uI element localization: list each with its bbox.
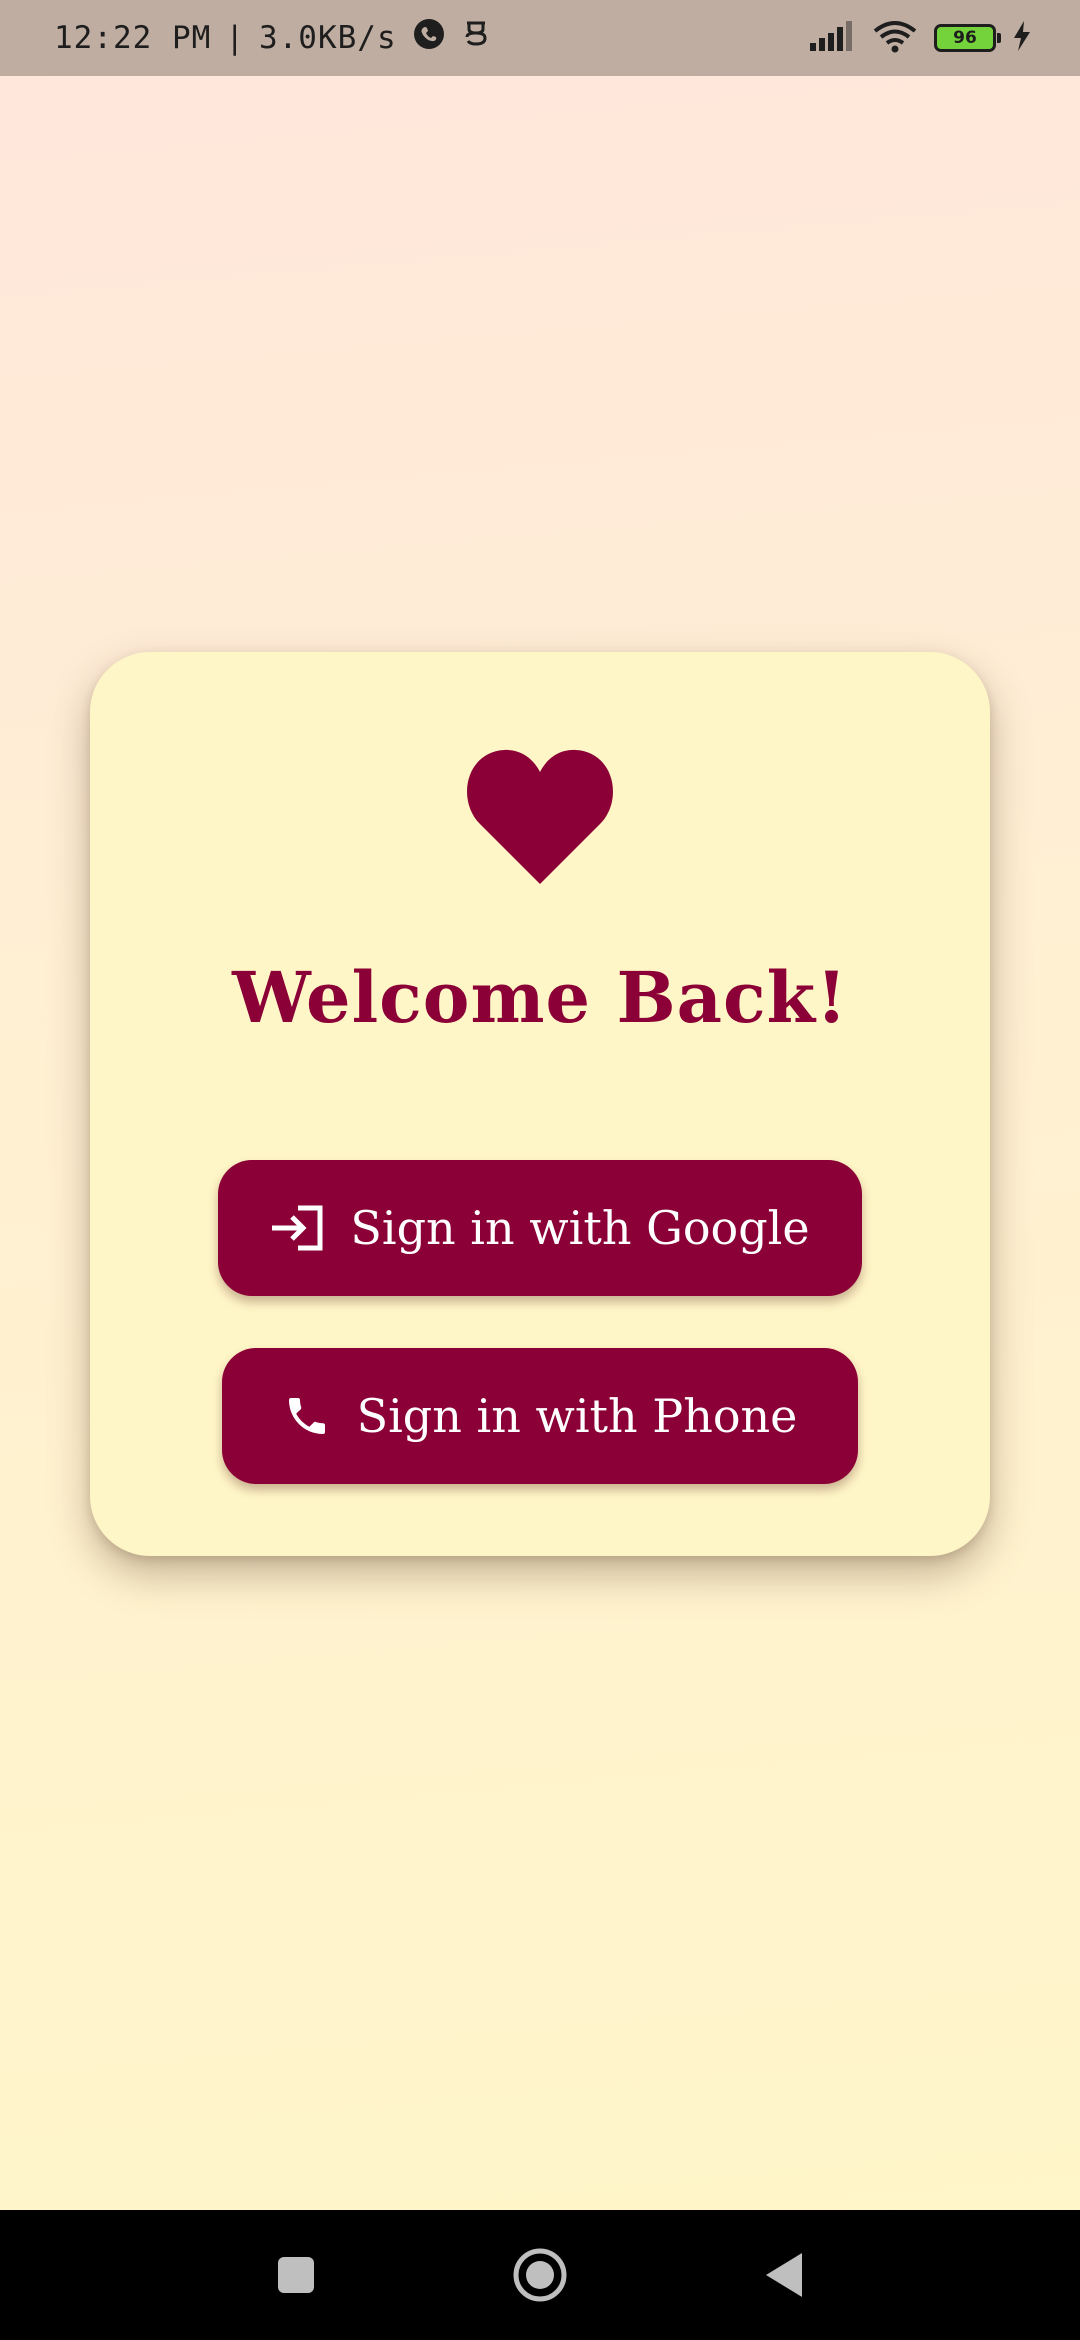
wifi-icon xyxy=(872,19,918,57)
phone-icon xyxy=(283,1392,331,1440)
heart-icon xyxy=(467,749,613,884)
login-screen: 12:22 PM | 3.0KB/s 96 Welcome Back! Sign… xyxy=(0,0,1080,2340)
charging-icon xyxy=(1012,21,1032,55)
signal-icon xyxy=(808,21,856,55)
battery-level: 96 xyxy=(953,28,977,48)
status-separator: | xyxy=(225,20,245,56)
back-button[interactable] xyxy=(724,2210,844,2340)
notification-app-icon xyxy=(461,17,491,59)
home-icon xyxy=(513,2248,567,2302)
status-time: 12:22 PM xyxy=(54,20,212,56)
login-card: Welcome Back! Sign in with Google Sign i… xyxy=(90,652,990,1556)
status-right: 96 xyxy=(808,19,1032,57)
battery-icon: 96 xyxy=(934,24,1001,52)
sign-in-phone-label: Sign in with Phone xyxy=(356,1389,798,1443)
sign-in-google-button[interactable]: Sign in with Google xyxy=(218,1160,862,1296)
welcome-title: Welcome Back! xyxy=(232,956,848,1039)
net-speed: 3.0KB/s xyxy=(258,20,397,56)
login-icon xyxy=(270,1204,324,1252)
status-bar: 12:22 PM | 3.0KB/s 96 xyxy=(0,0,1080,76)
sign-in-phone-button[interactable]: Sign in with Phone xyxy=(222,1348,858,1484)
whatsapp-icon xyxy=(411,16,447,60)
sign-in-google-label: Sign in with Google xyxy=(350,1201,810,1255)
navigation-bar xyxy=(0,2210,1080,2340)
recents-button[interactable] xyxy=(236,2210,356,2340)
recents-icon xyxy=(278,2257,314,2293)
back-icon xyxy=(766,2253,802,2297)
status-left: 12:22 PM | 3.0KB/s xyxy=(54,16,491,60)
home-button[interactable] xyxy=(480,2210,600,2340)
